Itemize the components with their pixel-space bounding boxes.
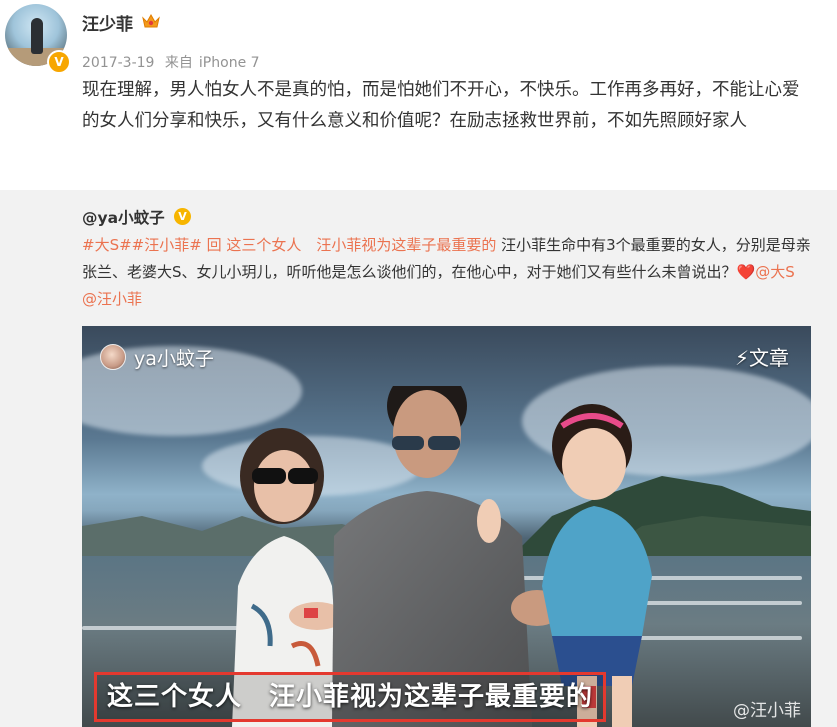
source-prefix: 来自 <box>164 55 193 71</box>
repost-author[interactable]: @ya小蚊子 <box>82 206 165 228</box>
repost-text: #大S##汪小菲# 回 这三个女人 汪小菲视为这辈子最重要的 汪小菲生命中有3个… <box>82 232 812 313</box>
reposted-weibo: @ya小蚊子 V #大S##汪小菲# 回 这三个女人 汪小菲视为这辈子最重要的 … <box>0 190 837 727</box>
weibo-post: V 汪少菲 2017-3-19 来自 iPhone 7 现在理解，男人怕女人不是真… <box>0 0 837 190</box>
topic-link-wangxiaofei[interactable]: #汪小菲# <box>132 236 202 254</box>
repost-verified-badge: V <box>174 208 191 225</box>
heart-icon: ❤️ <box>736 263 756 281</box>
post-source: iPhone 7 <box>198 55 260 71</box>
mention-wangxiaofei[interactable]: @汪小菲 <box>82 290 142 308</box>
post-date[interactable]: 2017-3-19 <box>82 55 154 71</box>
verified-badge: V <box>47 50 71 74</box>
article-cover-image[interactable]: ya小蚊子 ⚡文章 这三个女人 汪小菲视为这辈子最重要的 @汪小菲 <box>82 326 811 727</box>
mention-das[interactable]: @大S <box>755 263 795 281</box>
avatar-figure <box>31 18 43 54</box>
channel-name: ya小蚊子 <box>134 348 214 370</box>
article-title-caption: 这三个女人 汪小菲视为这辈子最重要的 <box>94 672 607 722</box>
channel-avatar <box>100 344 126 370</box>
author-name[interactable]: 汪少菲 <box>82 10 133 35</box>
article-type-label: ⚡文章 <box>734 346 789 370</box>
article-link[interactable]: 回 这三个女人 汪小菲视为这辈子最重要的 <box>207 236 497 254</box>
post-text: 现在理解，男人怕女人不是真的怕，而是怕她们不开心，不快乐。工作再多再好，不能让心… <box>82 80 800 131</box>
topic-link-das[interactable]: #大S# <box>82 236 132 254</box>
post-meta: 2017-3-19 来自 iPhone 7 <box>82 52 266 72</box>
weibo-watermark: @汪小菲 <box>733 701 801 721</box>
member-crown-icon[interactable] <box>141 12 161 30</box>
channel-watermark: ya小蚊子 <box>100 344 214 371</box>
